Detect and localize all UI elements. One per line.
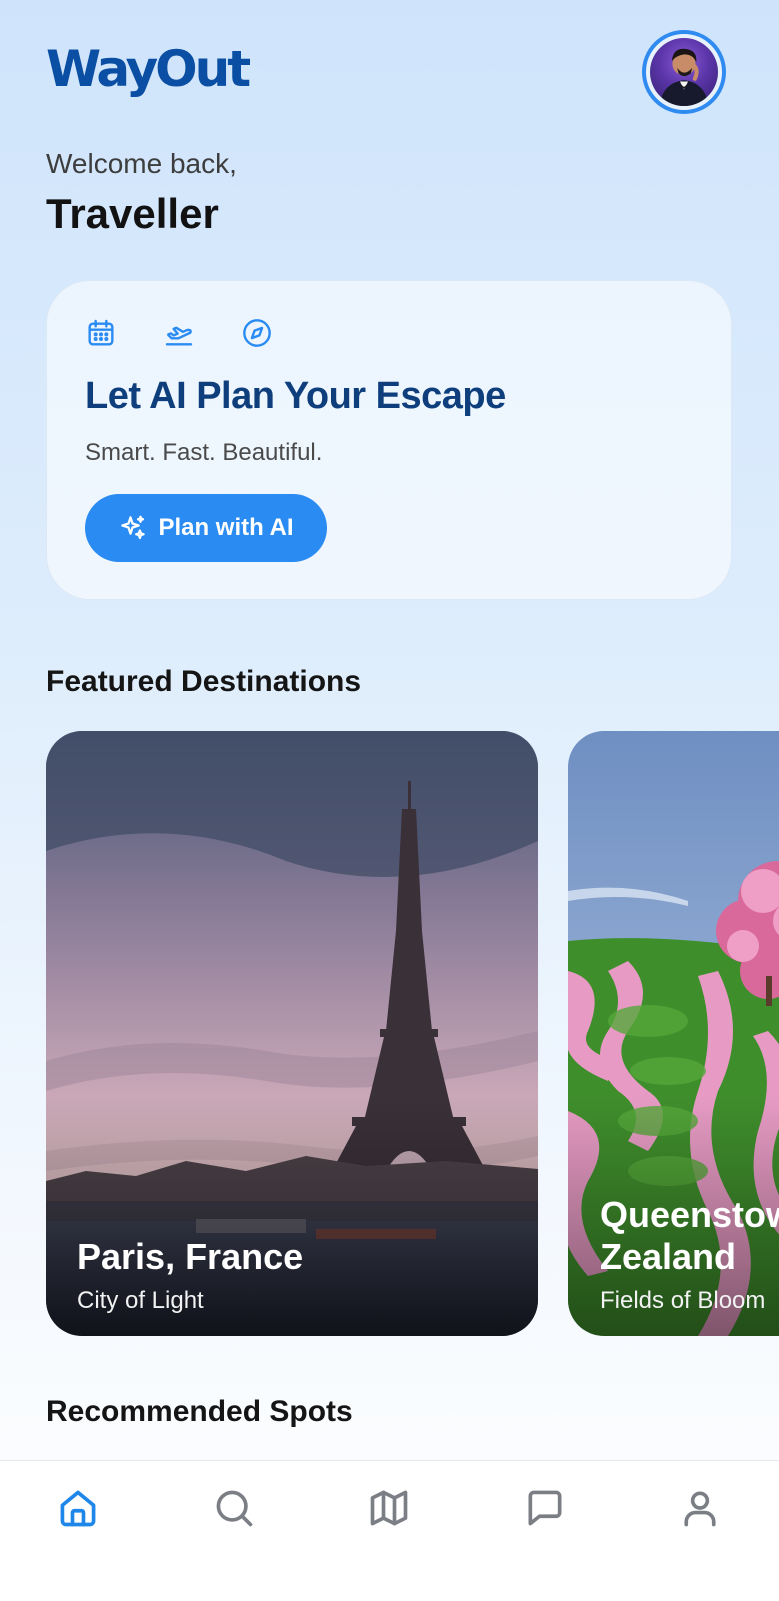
destination-name-line: Queenstow [600, 1194, 779, 1235]
destination-card-paris[interactable]: Paris, France City of Light [46, 731, 538, 1336]
ai-planner-card: Let AI Plan Your Escape Smart. Fast. Bea… [46, 280, 732, 600]
destination-card-queenstown[interactable]: Queenstow Zealand Fields of Bloom [568, 731, 779, 1336]
nav-home[interactable] [53, 1483, 103, 1533]
app-logo: WayOut [46, 40, 251, 98]
sparkles-icon [118, 513, 148, 543]
plane-takeoff-icon [163, 317, 195, 349]
ai-card-subtitle: Smart. Fast. Beautiful. [85, 439, 323, 466]
plan-with-ai-button[interactable]: Plan with AI [85, 494, 327, 562]
search-icon [216, 1490, 253, 1527]
home-icon [60, 1490, 96, 1527]
chat-icon [528, 1490, 562, 1526]
nav-profile[interactable] [675, 1483, 725, 1533]
destination-tagline: Fields of Bloom [600, 1287, 766, 1314]
bottom-navigation [0, 1460, 779, 1601]
profile-avatar-button[interactable] [642, 30, 726, 114]
map-icon [370, 1490, 408, 1526]
welcome-text: Welcome back, [46, 148, 237, 179]
avatar [650, 38, 718, 106]
nav-messages[interactable] [520, 1483, 570, 1533]
nav-search[interactable] [209, 1483, 259, 1533]
user-name: Traveller [46, 190, 219, 237]
recommended-spots-title: Recommended Spots [46, 1395, 353, 1428]
calendar-icon [85, 317, 117, 349]
featured-destinations-title: Featured Destinations [46, 665, 362, 698]
destination-tagline: City of Light [77, 1287, 204, 1314]
user-icon [684, 1491, 716, 1527]
destination-name: Queenstow Zealand [600, 1194, 779, 1278]
destination-name-line: Zealand [600, 1236, 737, 1277]
avatar-portrait-image [659, 48, 709, 106]
ai-feature-icons [85, 317, 273, 349]
nav-map[interactable] [364, 1483, 414, 1533]
plan-with-ai-label: Plan with AI [158, 514, 294, 541]
destination-name: Paris, France [77, 1236, 304, 1277]
compass-icon [241, 317, 273, 349]
ai-card-title: Let AI Plan Your Escape [85, 375, 506, 417]
